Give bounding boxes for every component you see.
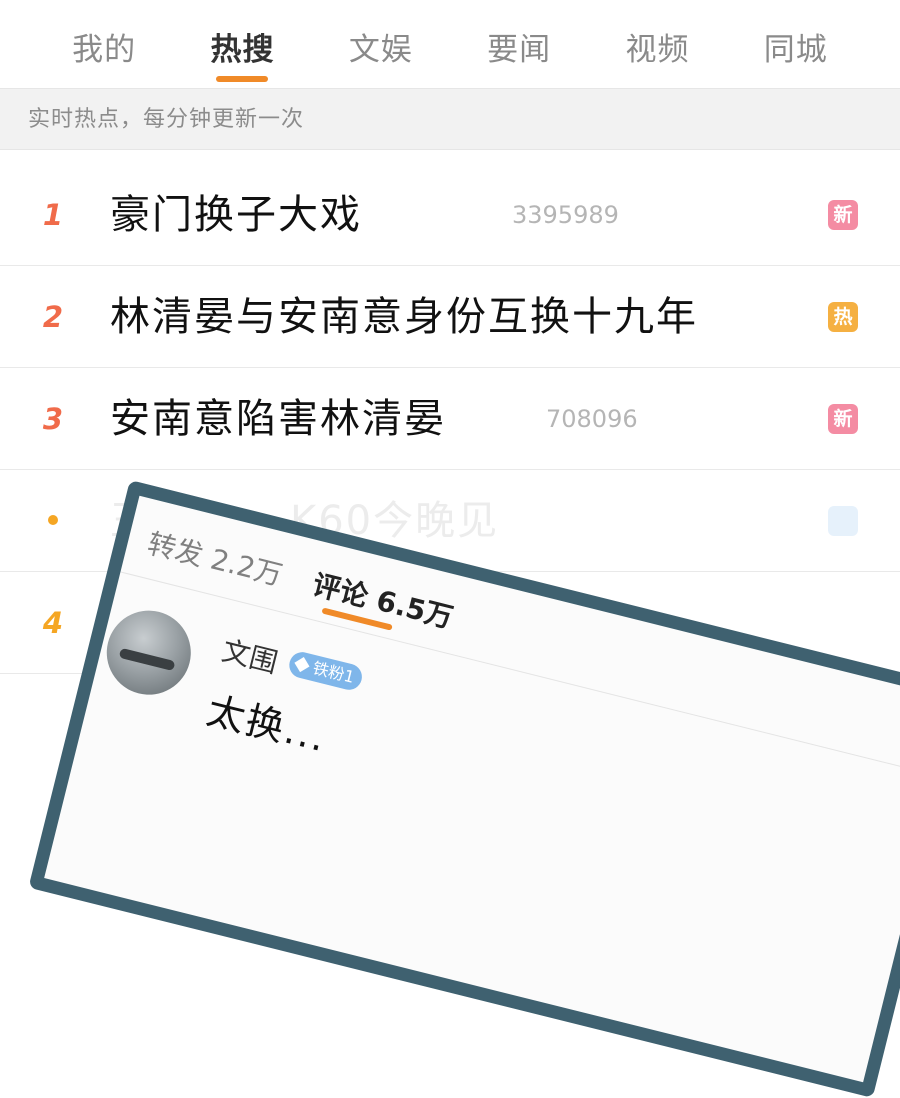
promo-badge: [828, 506, 858, 536]
update-hint: 实时热点，每分钟更新一次: [0, 88, 900, 150]
tab-local[interactable]: 同城: [761, 0, 831, 69]
tab-news[interactable]: 要闻: [484, 0, 554, 69]
rank-number: 2: [42, 300, 64, 334]
new-badge: 新: [828, 200, 858, 230]
tab-entertainment[interactable]: 文娱: [346, 0, 416, 69]
topic-title: 豪门换子大戏: [110, 192, 362, 238]
list-item[interactable]: 3 安南意陷害林清晏 708096 新: [0, 368, 900, 470]
avatar[interactable]: [97, 601, 200, 704]
comment-text: 太换...: [202, 688, 332, 761]
comment-username[interactable]: 文围: [218, 629, 282, 681]
active-tab-indicator: [216, 76, 269, 82]
diamond-icon: [294, 657, 310, 673]
rank-number: 1: [42, 198, 64, 232]
tab-hot-search-label: 热搜: [210, 32, 275, 68]
hot-badge: 热: [828, 302, 858, 332]
tab-mine[interactable]: 我的: [69, 0, 139, 69]
rank-number: 4: [42, 606, 64, 640]
rank-number: 3: [42, 402, 64, 436]
heat-count: 708096: [546, 405, 638, 433]
fan-level-label: 铁粉1: [310, 658, 357, 687]
list-item[interactable]: 1 豪门换子大戏 3395989 新: [0, 164, 900, 266]
top-tab-bar: 我的 热搜 文娱 要闻 视频 同城: [0, 0, 900, 88]
list-item[interactable]: 2 林清晏与安南意身份互换十九年 热: [0, 266, 900, 368]
new-badge: 新: [828, 404, 858, 434]
repost-tab[interactable]: 转发 2.2万: [144, 522, 287, 594]
tab-video[interactable]: 视频: [622, 0, 692, 69]
topic-title: 安南意陷害林清晏: [110, 396, 446, 442]
heat-count: 3395989: [512, 201, 619, 229]
topic-title: 林清晏与安南意身份互换十九年: [110, 294, 698, 340]
tab-hot-search[interactable]: 热搜: [207, 0, 277, 82]
fan-level-badge: 铁粉1: [286, 649, 365, 693]
promoted-dot: [48, 515, 58, 525]
